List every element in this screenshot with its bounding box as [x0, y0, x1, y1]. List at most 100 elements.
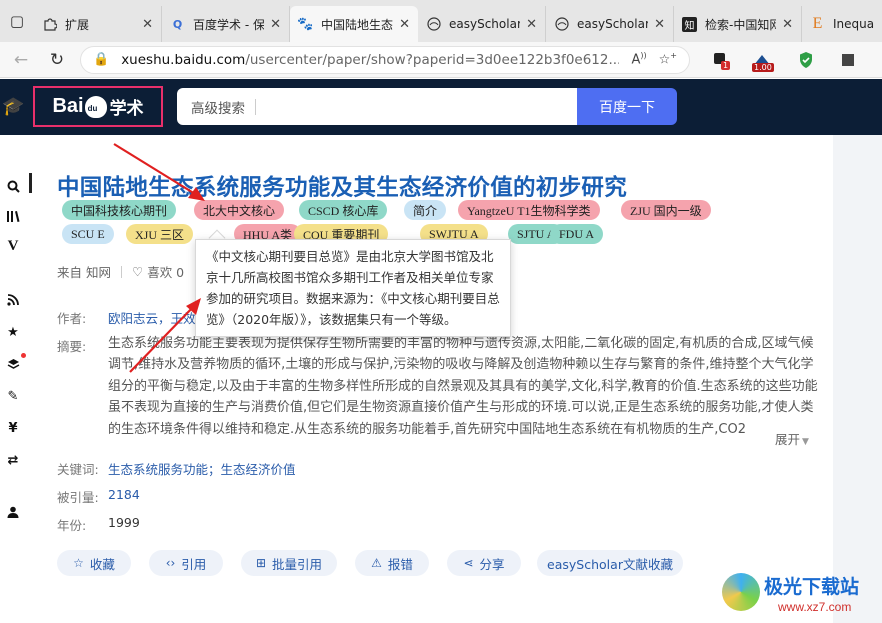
easyscholar-collect-button[interactable]: easyScholar文献收藏	[537, 550, 683, 576]
paper-title[interactable]: 中国陆地生态系统服务功能及其生态经济价值的初步研究	[57, 170, 627, 202]
add-favorite-icon[interactable]: ☆+	[659, 51, 677, 67]
lock-icon: 🔒	[93, 52, 110, 67]
button-label: 分享	[479, 556, 505, 572]
layers-icon[interactable]	[5, 355, 21, 373]
impact-factor-extension-icon[interactable]: 1.00	[746, 45, 778, 75]
close-icon[interactable]: ✕	[270, 17, 281, 32]
sync-icon[interactable]: ⇄	[5, 451, 21, 469]
browser-tab[interactable]: 知 检索-中国知网 ✕	[674, 6, 802, 42]
close-icon[interactable]: ✕	[654, 17, 665, 32]
batch-cite-button[interactable]: ⊞ 批量引用	[241, 550, 337, 576]
cnki-icon: 知	[682, 16, 697, 32]
rank-tag[interactable]: SCU E	[62, 224, 114, 244]
read-aloud-icon[interactable]: A))	[631, 51, 646, 67]
easyscholar-icon	[426, 17, 441, 32]
back-arrow-icon[interactable]: ←	[6, 45, 36, 75]
share-button[interactable]: ⋖ 分享	[447, 550, 521, 576]
report-error-button[interactable]: ⚠ 报错	[355, 550, 429, 576]
tab-title: easyScholar	[577, 17, 649, 31]
browser-tab[interactable]: E Inequali	[802, 6, 882, 42]
rank-tag[interactable]: YangtzeU T1生物科学类	[458, 200, 600, 220]
rank-tag[interactable]: 中国科技核心期刊	[62, 200, 177, 220]
close-icon[interactable]: ✕	[782, 17, 793, 32]
keywords-label: 关键词:	[57, 462, 99, 477]
rank-tag[interactable]: XJU 三区	[126, 224, 194, 244]
search-input[interactable]: 高级搜索	[177, 88, 577, 125]
rank-tag[interactable]: ZJU 国内一级	[621, 200, 711, 220]
share-icon: ⋖	[463, 556, 474, 570]
abstract-text: 生态系统服务功能主要表现为提供保存生物所需要的丰富的物种与遗传资源,太阳能,二氧…	[108, 336, 818, 437]
expand-abstract-toggle[interactable]: 展开 ▼	[771, 429, 809, 448]
star-icon[interactable]: ★	[5, 323, 21, 341]
puzzle-icon	[42, 17, 57, 32]
user-icon[interactable]	[5, 503, 21, 521]
favorite-button[interactable]: ☆ 收藏	[57, 550, 131, 576]
e-letter-icon: E	[812, 15, 823, 32]
cite-button[interactable]: ‹› 引用	[149, 550, 223, 576]
author-links[interactable]: 欧阳志云，王效科	[108, 308, 208, 327]
divider	[120, 265, 122, 278]
search-button[interactable]: 百度一下	[577, 88, 677, 125]
folder-plus-icon: ⊞	[255, 556, 267, 570]
browser-tab-active[interactable]: 🐾 中国陆地生态 ✕	[290, 6, 418, 42]
v-letter-icon[interactable]: V	[5, 237, 21, 255]
browser-tab[interactable]: easyScholar ✕	[546, 6, 674, 42]
expand-label: 展开	[775, 432, 801, 447]
like-count[interactable]: 喜欢 0	[147, 262, 184, 281]
button-label: 收藏	[89, 556, 115, 572]
code-icon: ‹›	[165, 556, 176, 570]
notification-dot	[21, 353, 26, 358]
cited-label: 被引量:	[57, 490, 99, 505]
refresh-icon[interactable]: ↻	[42, 45, 72, 75]
logo-highlight-box: Bai du 学术	[33, 86, 163, 127]
keywords-links[interactable]: 生态系统服务功能；生态经济价值	[108, 459, 296, 478]
yen-icon[interactable]: ¥	[5, 419, 21, 437]
url-text: xueshu.baidu.com/usercenter/paper/show?p…	[121, 52, 619, 68]
close-icon[interactable]: ✕	[399, 17, 410, 32]
extension-icon[interactable]: 1	[704, 45, 736, 75]
year-label: 年份:	[57, 518, 87, 533]
logo-paw-text: du	[87, 103, 98, 113]
publish-year: 1999	[108, 515, 140, 530]
graduation-cap-icon: 🎓	[2, 96, 25, 117]
browser-tab[interactable]: 扩展 ✕	[34, 6, 162, 42]
tab-title: 检索-中国知网	[705, 17, 777, 32]
close-icon[interactable]: ✕	[142, 17, 153, 32]
address-bar[interactable]: 🔒 xueshu.baidu.com/usercenter/paper/show…	[80, 45, 690, 74]
watermark-url: www.xz7.com	[778, 600, 852, 614]
extension-badge: 1	[721, 60, 731, 70]
tab-actions-icon[interactable]: ▢	[0, 0, 34, 42]
heart-icon[interactable]: ♡	[132, 264, 143, 279]
tab-title: 百度学术 - 保	[193, 17, 265, 32]
chevron-down-icon: ▼	[802, 437, 809, 447]
rank-tag[interactable]: 简介	[404, 200, 447, 220]
button-label: 引用	[181, 556, 207, 572]
paper-source[interactable]: 来自 知网	[57, 262, 111, 281]
search-icon: Q	[172, 17, 183, 31]
advanced-search-link[interactable]: 高级搜索	[191, 97, 245, 117]
rank-tag[interactable]: 北大中文核心	[194, 200, 285, 220]
browser-toolbar: ← ↻ 🔒 xueshu.baidu.com/usercenter/paper/…	[0, 42, 882, 78]
shield-icon[interactable]	[790, 45, 822, 75]
library-icon[interactable]	[5, 207, 21, 225]
rank-tag[interactable]: CSCD 核心库	[299, 200, 388, 220]
baidu-xueshu-logo[interactable]: Bai du 学术	[52, 94, 143, 119]
abstract-label: 摘要:	[57, 339, 87, 354]
cited-count[interactable]: 2184	[108, 487, 140, 502]
rss-icon[interactable]	[5, 291, 21, 309]
baidu-paw-icon: 🐾	[297, 16, 314, 32]
pencil-icon[interactable]: ✎	[5, 387, 21, 405]
tab-title: 扩展	[65, 17, 90, 32]
baidu-paw-icon: du	[84, 95, 107, 118]
rank-tag[interactable]: FDU A	[550, 224, 604, 244]
search-icon[interactable]	[5, 177, 21, 195]
browser-tab[interactable]: Q 百度学术 - 保 ✕	[162, 6, 290, 42]
star-icon: ☆	[73, 556, 84, 570]
more-extensions-icon[interactable]	[832, 45, 864, 75]
watermark-logo-icon	[722, 573, 760, 611]
close-icon[interactable]: ✕	[526, 17, 537, 32]
browser-tab[interactable]: easyScholar ✕	[418, 6, 546, 42]
logo-text-right: 学术	[109, 99, 144, 118]
browser-tab-strip: ▢ 扩展 ✕ Q 百度学术 - 保 ✕ 🐾 中国陆地生态 ✕ easySchol…	[0, 0, 882, 42]
left-toolbar: V ★ ✎ ¥ ⇄	[0, 135, 26, 623]
